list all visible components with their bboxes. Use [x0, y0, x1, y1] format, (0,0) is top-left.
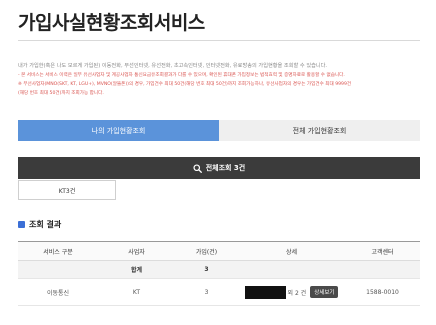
- summary-empty: [345, 260, 420, 279]
- service-type: 이동통신: [18, 278, 98, 306]
- summary-label: 합계: [98, 260, 175, 279]
- search-icon: [193, 163, 202, 173]
- table-row: 이동통신 KT 3 외 2 건 상세보기 1588-0010: [18, 278, 420, 306]
- subscription-count: 3: [175, 278, 238, 306]
- column-header: 고객센터: [345, 241, 420, 261]
- table-header-row: 서비스 구분 사업자 가입(건) 상세 고객센터: [18, 241, 420, 261]
- tab-my-subscriptions[interactable]: 나의 가입현황조회: [18, 120, 219, 141]
- results-table: 서비스 구분 사업자 가입(건) 상세 고객센터 합계 3 이동통신 KT 3: [18, 241, 420, 306]
- tab-all-subscriptions[interactable]: 전체 가입현황조회: [219, 120, 420, 141]
- column-header: 서비스 구분: [18, 241, 98, 261]
- search-all-button[interactable]: 전체조회 3건: [18, 157, 420, 179]
- notice-block: 내가 가입한(혹은 나도 모르게 가입된) 이동전화, 무선인터넷, 유선전화,…: [18, 62, 420, 98]
- customer-center-number: 1588-0010: [345, 278, 420, 306]
- redacted-number: [244, 285, 286, 299]
- page-title: 가입사실현황조회서비스: [18, 12, 205, 34]
- provider-name: KT: [98, 278, 175, 306]
- title-divider: [18, 40, 420, 41]
- view-detail-button[interactable]: 상세보기: [310, 286, 339, 298]
- page: 가입사실현황조회서비스 내가 가입한(혹은 나도 모르게 가입된) 이동전화, …: [0, 0, 436, 325]
- summary-empty: [238, 260, 345, 279]
- notice-intro: 내가 가입한(혹은 나도 모르게 가입된) 이동전화, 무선인터넷, 유선전화,…: [18, 63, 328, 69]
- notice-limit: ※ 무선사업자(MNO(SKT, KT, LGU+), MVNO(알뜰폰))의 …: [18, 82, 352, 87]
- summary-row: 합계 3: [18, 260, 420, 279]
- column-header: 사업자: [98, 241, 175, 261]
- notice-limit-cont: (해당 번호 최대 50건)까지 조회가능 합니다.: [18, 91, 104, 96]
- tab-bar: 나의 가입현황조회 전체 가입현황조회: [18, 120, 420, 141]
- column-header: 가입(건): [175, 241, 238, 261]
- notice-warning: - 본 서비스는 서비스 이력은 일부 유선사업자 및 계공사업자 통신요금유조…: [18, 73, 345, 78]
- results-title: 조회 결과: [29, 220, 62, 229]
- summary-empty: [18, 260, 98, 279]
- detail-suffix: 외 2 건: [287, 289, 307, 297]
- search-all-label: 전체조회 3건: [205, 164, 246, 172]
- detail-cell: 외 2 건 상세보기: [238, 278, 345, 306]
- column-header: 상세: [238, 241, 345, 261]
- section-bullet-icon: [18, 221, 25, 228]
- summary-count: 3: [175, 260, 238, 279]
- provider-filter-chip[interactable]: KT3건: [18, 180, 116, 200]
- results-section-header: 조회 결과: [18, 219, 61, 230]
